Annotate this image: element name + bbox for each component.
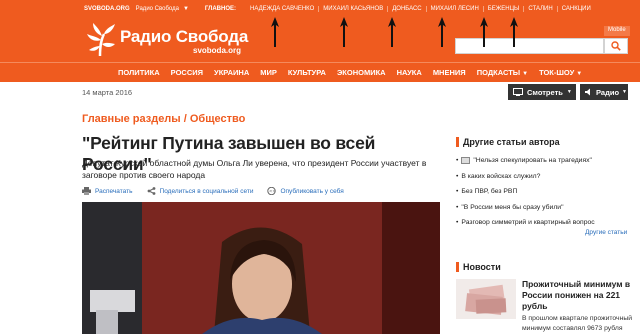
hot-topics: НАДЕЖДА САВЧЕНКО МИХАИЛ КАСЬЯНОВ ДОНБАСС… — [246, 6, 595, 12]
author-articles-title: Другие статьи автора — [463, 137, 560, 147]
bullet-icon: • — [456, 188, 459, 196]
radio-dropdown[interactable]: Радио Свобода — [136, 6, 179, 12]
news-headline[interactable]: Прожиточный минимум в России понижен на … — [522, 279, 632, 312]
list-item-label: Без ПВР, без РВП — [461, 188, 518, 196]
logo-icon[interactable] — [86, 22, 116, 58]
tv-icon — [513, 88, 523, 96]
print-label: Распечатать — [95, 187, 133, 195]
hot-topic-kasyanov[interactable]: МИХАИЛ КАСЬЯНОВ — [318, 6, 387, 12]
nav-opinions[interactable]: МНЕНИЯ — [433, 68, 466, 77]
arrow-up-icon — [340, 17, 348, 47]
mobile-button[interactable]: Mobile — [604, 26, 630, 36]
list-item-label: Разговор симметрий и квартирный вопрос — [461, 219, 595, 227]
hot-topic-refugees[interactable]: БЕЖЕНЦЫ — [482, 6, 524, 12]
nav-culture[interactable]: КУЛЬТУРА — [288, 68, 326, 77]
list-item[interactable]: • "Нельзя спекулировать на трагедиях" — [456, 153, 628, 169]
nav-ukraine[interactable]: УКРАИНА — [214, 68, 249, 77]
bullet-icon: • — [456, 172, 459, 180]
site-title[interactable]: Радио Свобода — [120, 27, 248, 47]
chevron-down-icon: ▼ — [522, 71, 529, 77]
arrow-up-icon — [271, 17, 279, 47]
publish-label: Опубликовать у себя — [280, 187, 344, 195]
image-icon — [461, 157, 471, 165]
other-articles-link[interactable]: Другие статьи — [585, 229, 627, 236]
author-articles-heading: Другие статьи автора — [456, 137, 560, 147]
bullet-icon: • — [456, 203, 459, 211]
share-button[interactable]: Поделиться в социальной сети — [147, 187, 254, 195]
search-button[interactable] — [604, 38, 628, 54]
list-item[interactable]: • В каких войсках служил? — [456, 169, 628, 185]
news-summary: В прошлом квартале прожиточный минимум с… — [522, 315, 633, 332]
list-item-label: "В России меня бы сразу убили" — [461, 203, 564, 211]
printer-icon — [82, 187, 91, 195]
top-strip: SVOBODA.ORG Радио Свобода ▼ ГЛАВНОЕ: НАД… — [0, 0, 640, 18]
bullet-icon: • — [456, 219, 459, 227]
search-input[interactable] — [455, 38, 604, 54]
hot-topic-sanctions[interactable]: САНКЦИИ — [556, 6, 595, 12]
site-domain: svoboda.org — [193, 46, 242, 55]
nav-podcasts-label: ПОДКАСТЫ — [476, 68, 521, 77]
nav-politics[interactable]: ПОЛИТИКА — [118, 68, 160, 77]
author-articles-list: • "Нельзя спекулировать на трагедиях" • В … — [456, 153, 628, 231]
print-button[interactable]: Распечатать — [82, 187, 133, 195]
list-item-label: В каких войсках служил? — [461, 172, 541, 180]
main-topics-label: ГЛАВНОЕ: — [204, 6, 237, 12]
chevron-down-icon: ▼ — [622, 89, 627, 95]
arrow-up-icon — [480, 17, 488, 47]
search-icon — [611, 41, 621, 51]
news-thumbnail[interactable] — [456, 279, 516, 319]
nav-russia[interactable]: РОССИЯ — [171, 68, 203, 77]
nav-talkshow[interactable]: ТОК-ШОУ ▼ — [539, 68, 582, 77]
speaker-icon — [585, 88, 590, 96]
main-nav: ПОЛИТИКА РОССИЯ УКРАИНА МИР КУЛЬТУРА ЭКО… — [0, 62, 640, 82]
nav-talkshow-label: ТОК-ШОУ — [539, 68, 575, 77]
list-item[interactable]: • Без ПВР, без РВП — [456, 184, 628, 200]
share-icon — [147, 187, 156, 195]
article-photo — [82, 202, 440, 334]
news-title: Новости — [463, 262, 501, 272]
breadcrumb[interactable]: Главные разделы / Общество — [82, 113, 245, 125]
site-link[interactable]: SVOBODA.ORG — [84, 6, 130, 12]
watch-button[interactable]: Смотреть ▼ — [508, 84, 576, 100]
list-item-label: "Нельзя спекулировать на трагедиях" — [473, 157, 592, 165]
hot-topic-savchenko[interactable]: НАДЕЖДА САВЧЕНКО — [246, 6, 318, 12]
arrow-up-icon — [438, 17, 446, 47]
news-heading: Новости — [456, 262, 501, 272]
chevron-down-icon: ▼ — [566, 89, 572, 95]
watch-label: Смотреть — [527, 87, 563, 97]
nav-economy[interactable]: ЭКОНОМИКА — [337, 68, 386, 77]
arrow-up-icon — [388, 17, 396, 47]
list-item[interactable]: • "В России меня бы сразу убили" — [456, 200, 628, 216]
svg-text:<>: <> — [269, 189, 276, 194]
radio-button[interactable]: Радио ▼ — [580, 84, 628, 100]
embed-icon: <> — [267, 187, 276, 195]
radio-label: Радио — [596, 87, 620, 97]
hot-topic-lesin[interactable]: МИХАИЛ ЛЕСИН — [425, 6, 483, 12]
bullet-icon: • — [456, 157, 459, 165]
share-label: Поделиться в социальной сети — [159, 187, 254, 195]
hot-topic-stalin[interactable]: СТАЛИН — [523, 6, 556, 12]
page: SVOBODA.ORG Радио Свобода ▼ ГЛАВНОЕ: НАД… — [0, 0, 640, 334]
article-lead: Депутат Курской областной думы Ольга Ли … — [82, 158, 427, 180]
chevron-down-icon: ▼ — [576, 71, 583, 77]
article-actions: Распечатать Поделиться в социальной сети… — [82, 187, 358, 195]
nav-world[interactable]: МИР — [260, 68, 277, 77]
publish-button[interactable]: <> Опубликовать у себя — [267, 187, 344, 195]
nav-podcasts[interactable]: ПОДКАСТЫ ▼ — [477, 68, 528, 77]
heading-accent — [456, 262, 459, 272]
nav-science[interactable]: НАУКА — [397, 68, 422, 77]
site-header: Радио Свобода svoboda.org Mobile — [0, 18, 640, 62]
heading-accent — [456, 137, 459, 147]
article-date: 14 марта 2016 — [82, 88, 133, 97]
arrow-up-icon — [510, 17, 518, 47]
chevron-down-icon[interactable]: ▼ — [183, 6, 189, 12]
hot-topic-donbass[interactable]: ДОНБАСС — [387, 6, 425, 12]
